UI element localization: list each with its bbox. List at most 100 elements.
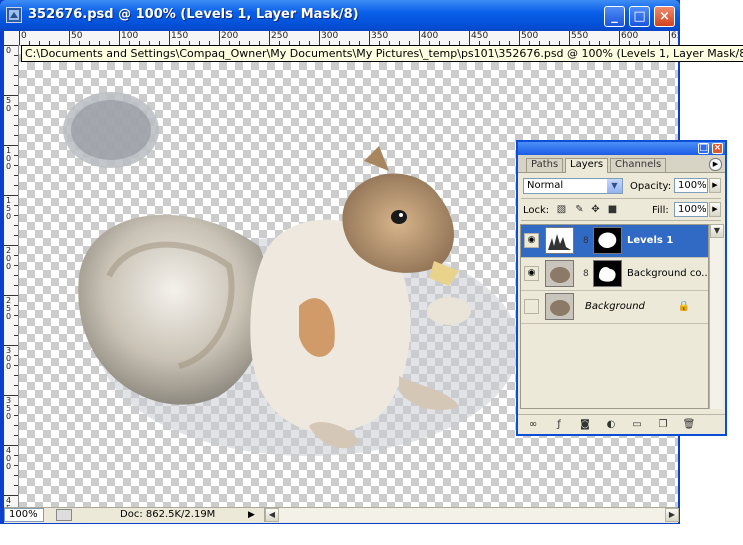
layers-vertical-scrollbar[interactable]: ▲ ▼ [709,224,724,409]
ruler-tick [319,31,320,45]
ruler-tick [14,175,18,176]
layer-name[interactable]: Background [585,301,645,312]
ruler-tick [69,31,70,45]
scroll-down-icon[interactable]: ▼ [710,224,724,238]
visibility-toggle[interactable] [524,299,539,314]
layer-mask-thumbnail[interactable] [593,260,622,287]
levels-adjustment-thumbnail [545,227,574,254]
ruler-tick [14,185,18,186]
ruler-tick [14,455,18,456]
ruler-tick [14,215,18,216]
ruler-tick [269,31,270,45]
chevron-down-icon[interactable]: ▼ [607,179,622,193]
eye-icon[interactable]: ◉ [524,233,539,248]
maximize-button[interactable]: □ [629,6,650,27]
palette-minimize-button[interactable]: □ [698,143,709,154]
lock-transparent-icon[interactable]: ▧ [556,204,567,215]
ruler-tick [14,385,18,386]
link-layers-icon[interactable]: ∞ [526,419,540,431]
ruler-label: 250 [271,31,289,41]
ruler-tick [14,435,18,436]
status-icon[interactable] [56,509,72,521]
new-group-icon[interactable]: ▭ [630,419,644,431]
window-title: 352676.psd @ 100% (Levels 1, Layer Mask/… [28,7,359,22]
ruler-tick [219,31,220,45]
ruler-tick [14,65,18,66]
adjustment-layer-icon[interactable]: ◐ [604,419,618,431]
layer-row-background-copy[interactable]: ◉ 8 Background co... [521,258,708,291]
ruler-tick [14,135,18,136]
lock-all-icon[interactable]: ■ [607,204,618,215]
eye-icon[interactable]: ◉ [524,266,539,281]
chain-link-icon[interactable]: 8 [583,234,590,248]
layer-thumbnail [545,260,574,287]
minimize-button[interactable]: _ [604,6,625,27]
ruler-label: 0 [5,46,12,55]
layer-name[interactable]: Levels 1 [627,235,673,246]
chain-link-icon[interactable]: 8 [583,267,590,281]
trash-icon[interactable]: 🗑 [682,419,696,431]
ruler-label: 300 [321,31,339,41]
layer-row-background[interactable]: Background 🔒 [521,291,708,324]
ruler-tick [14,365,18,366]
ruler-label: 250 [5,296,12,321]
palette-tabs: Paths Layers Channels ▶ [518,155,725,173]
opacity-input[interactable]: 100% [674,178,708,193]
new-layer-icon[interactable]: ❐ [656,419,670,431]
ruler-tick [14,405,18,406]
palette-titlebar[interactable]: □ × [518,142,725,155]
tab-channels[interactable]: Channels [610,158,667,172]
ruler-label: 400 [5,446,12,471]
ruler-label: 50 [71,31,83,41]
fill-input[interactable]: 100% [674,202,708,217]
fill-arrow-icon[interactable]: ▶ [709,202,721,217]
ruler-label: 650 [671,31,678,41]
ruler-tick [14,375,18,376]
add-mask-icon[interactable]: ◙ [578,419,592,431]
zoom-field[interactable]: 100% [4,508,44,522]
fill-label: Fill: [652,205,669,216]
lock-image-icon[interactable]: ✎ [574,204,585,215]
close-button[interactable]: × [654,6,675,27]
ruler-tick [14,285,18,286]
doc-size: Doc: 862.5K/2.19M [120,509,216,520]
ruler-tick [419,31,420,45]
vertical-ruler[interactable]: 0 50 100 150 200 250 300 350 400 450 [4,45,19,507]
status-menu-arrow-icon[interactable]: ▶ [248,509,258,521]
layers-palette: □ × Paths Layers Channels ▶ Normal ▼ Opa… [516,140,727,436]
ruler-label: 200 [5,246,12,271]
palette-menu-icon[interactable]: ▶ [709,158,722,171]
ruler-label: 600 [621,31,639,41]
horizontal-scrollbar[interactable]: ◀ ▶ [264,508,679,522]
ruler-tick [14,125,18,126]
ruler-tick [14,235,18,236]
ruler-tick [14,155,18,156]
ruler-label: 300 [5,346,12,371]
ruler-label: 0 [21,31,27,41]
ruler-label: 50 [5,96,12,113]
ruler-tick [119,31,120,45]
ruler-tick [14,205,18,206]
ruler-tick [519,31,520,45]
layer-mask-thumbnail[interactable] [593,227,622,254]
scroll-right-icon[interactable]: ▶ [665,508,679,522]
ruler-tick [14,305,18,306]
ruler-label: 500 [521,31,539,41]
ruler-tick [369,31,370,45]
scroll-left-icon[interactable]: ◀ [265,508,279,522]
ruler-label: 150 [5,196,12,221]
layer-row-levels-1[interactable]: ◉ 8 Levels 1 [521,225,708,258]
layer-name[interactable]: Background co... [627,268,708,279]
blend-mode-select[interactable]: Normal ▼ [523,178,623,194]
layer-style-icon[interactable]: ƒ [552,419,566,431]
tab-paths[interactable]: Paths [526,158,564,172]
lock-position-icon[interactable]: ✥ [590,204,601,215]
tab-layers[interactable]: Layers [565,158,609,173]
ruler-tick [14,55,18,56]
ruler-tick [14,85,18,86]
ruler-label: 100 [121,31,139,41]
palette-close-button[interactable]: × [712,143,723,154]
opacity-arrow-icon[interactable]: ▶ [709,178,721,193]
title-bar[interactable]: 352676.psd @ 100% (Levels 1, Layer Mask/… [0,0,680,31]
horizontal-ruler[interactable]: 0 50 100 150 200 250 300 350 400 450 500 550 600 650 [4,31,678,46]
